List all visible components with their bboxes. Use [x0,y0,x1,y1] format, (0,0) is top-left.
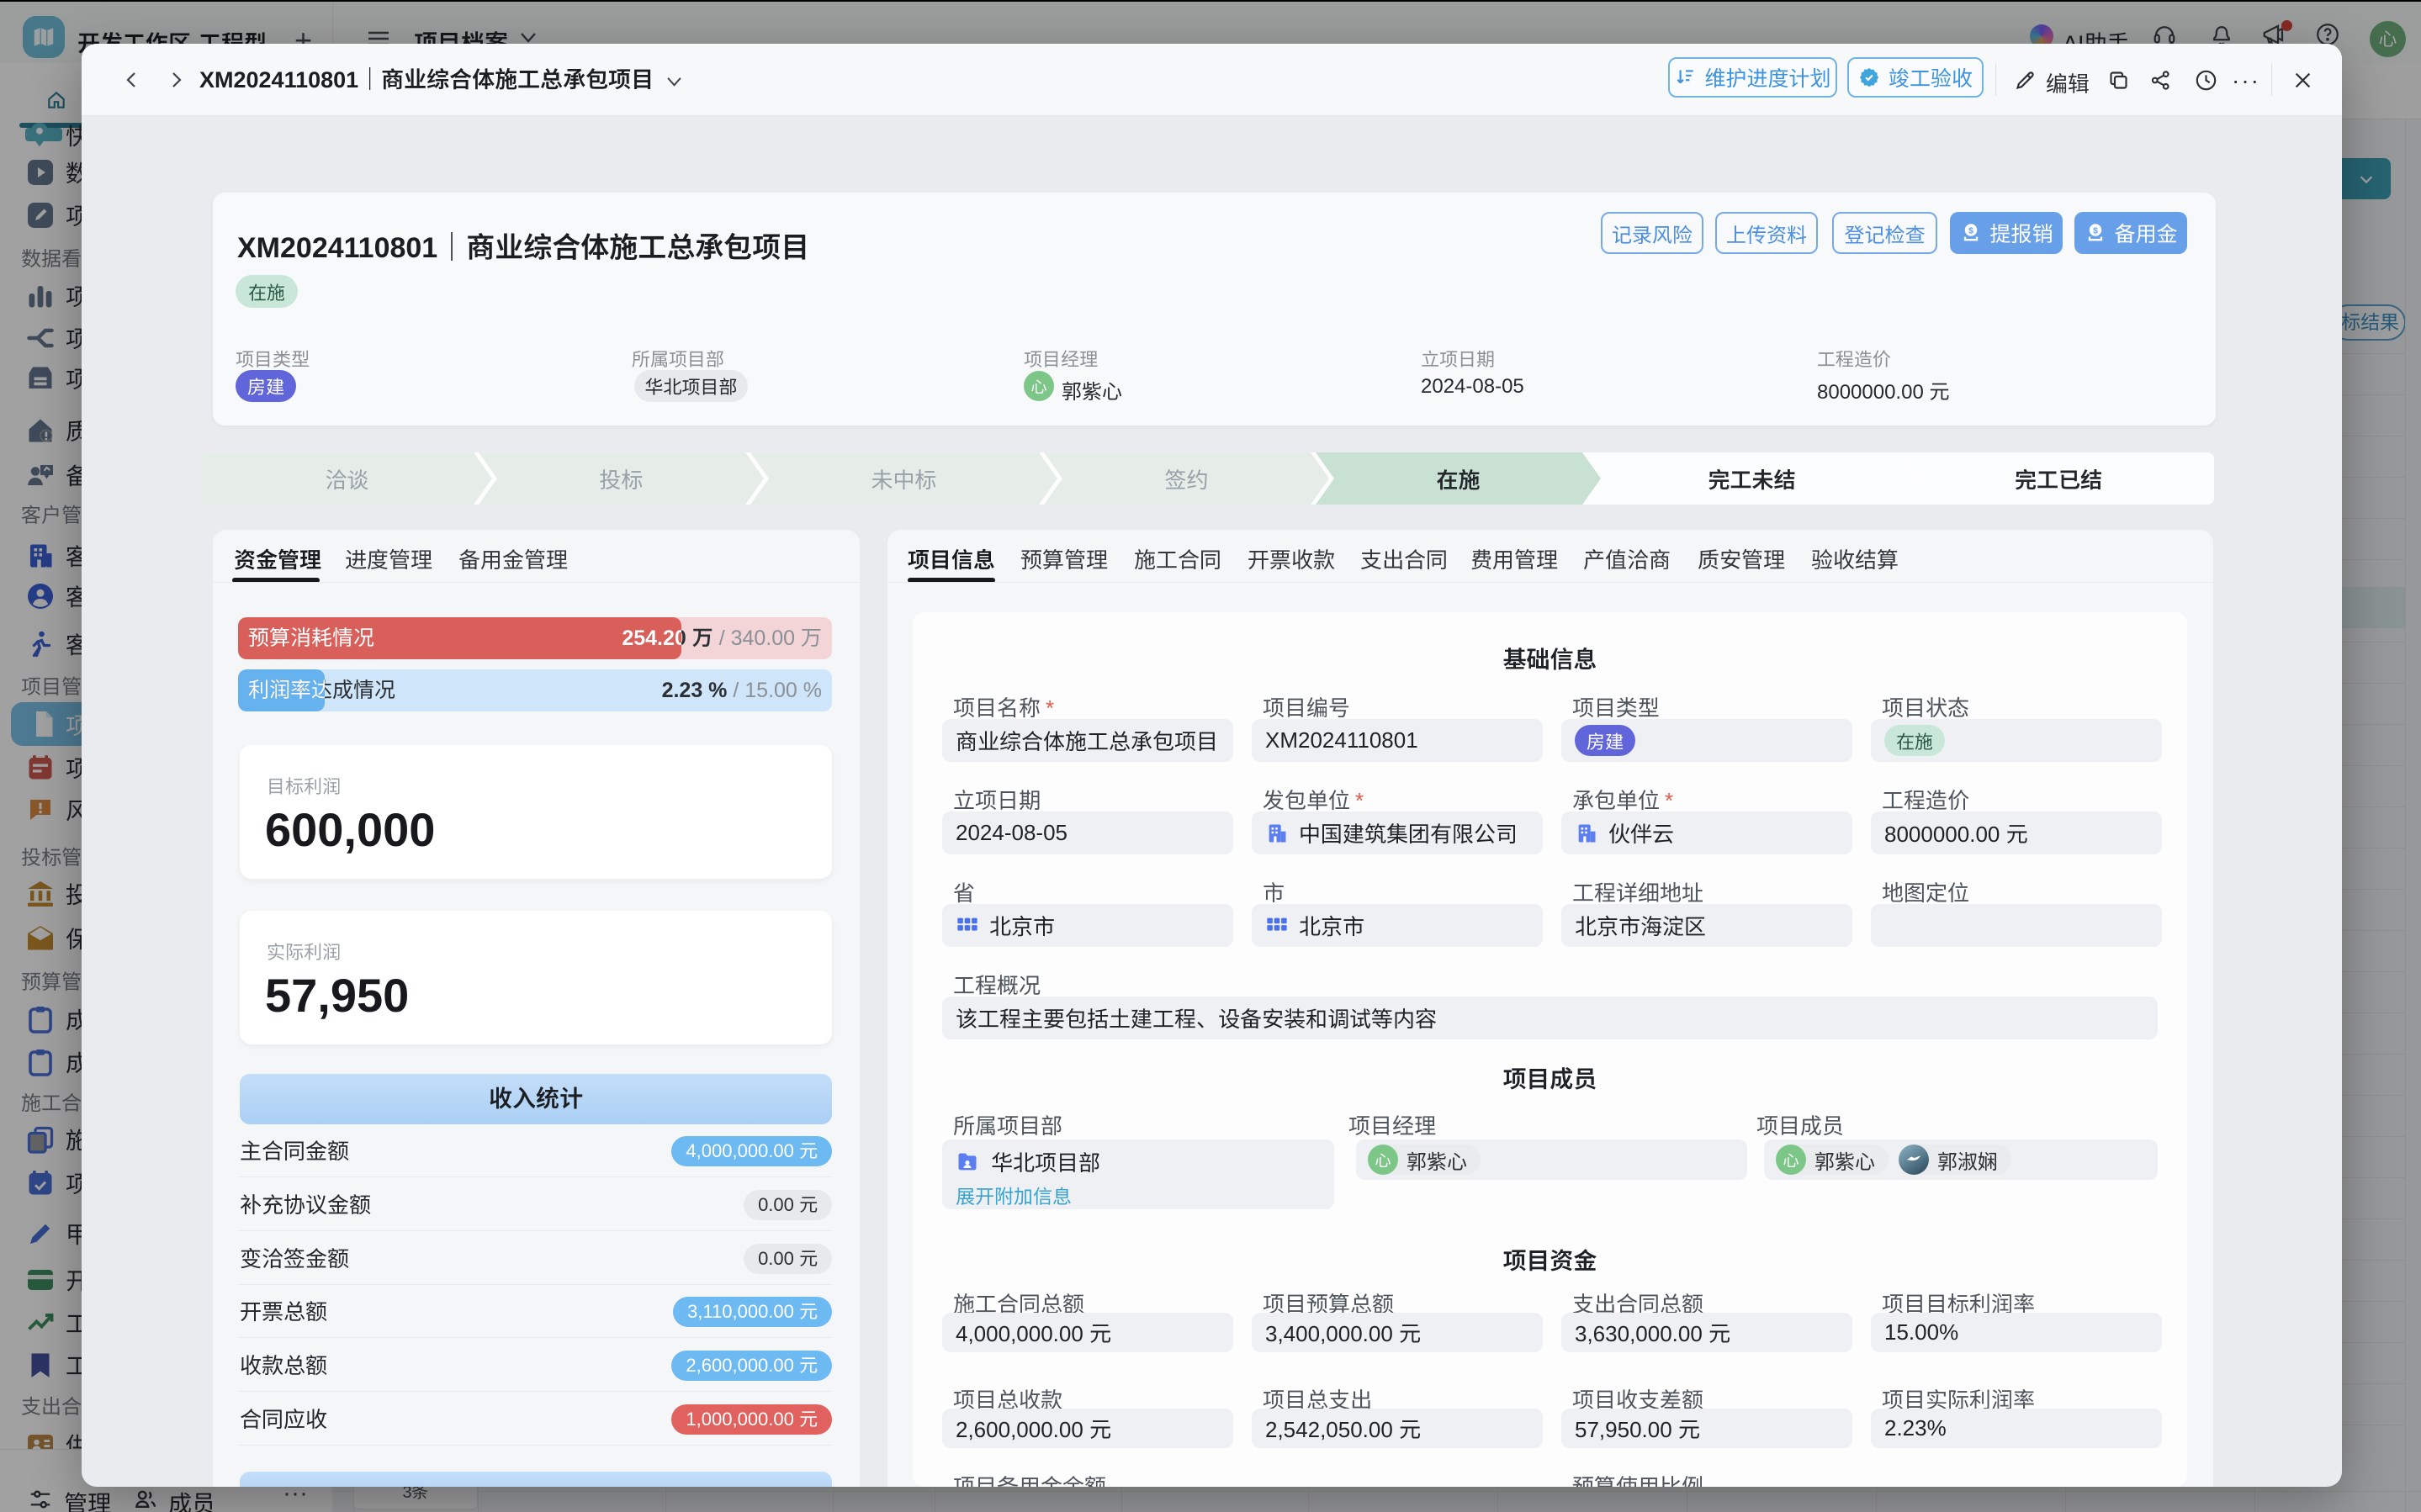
svg-text:$: $ [1969,226,1974,236]
svg-text:$: $ [2094,226,2099,236]
